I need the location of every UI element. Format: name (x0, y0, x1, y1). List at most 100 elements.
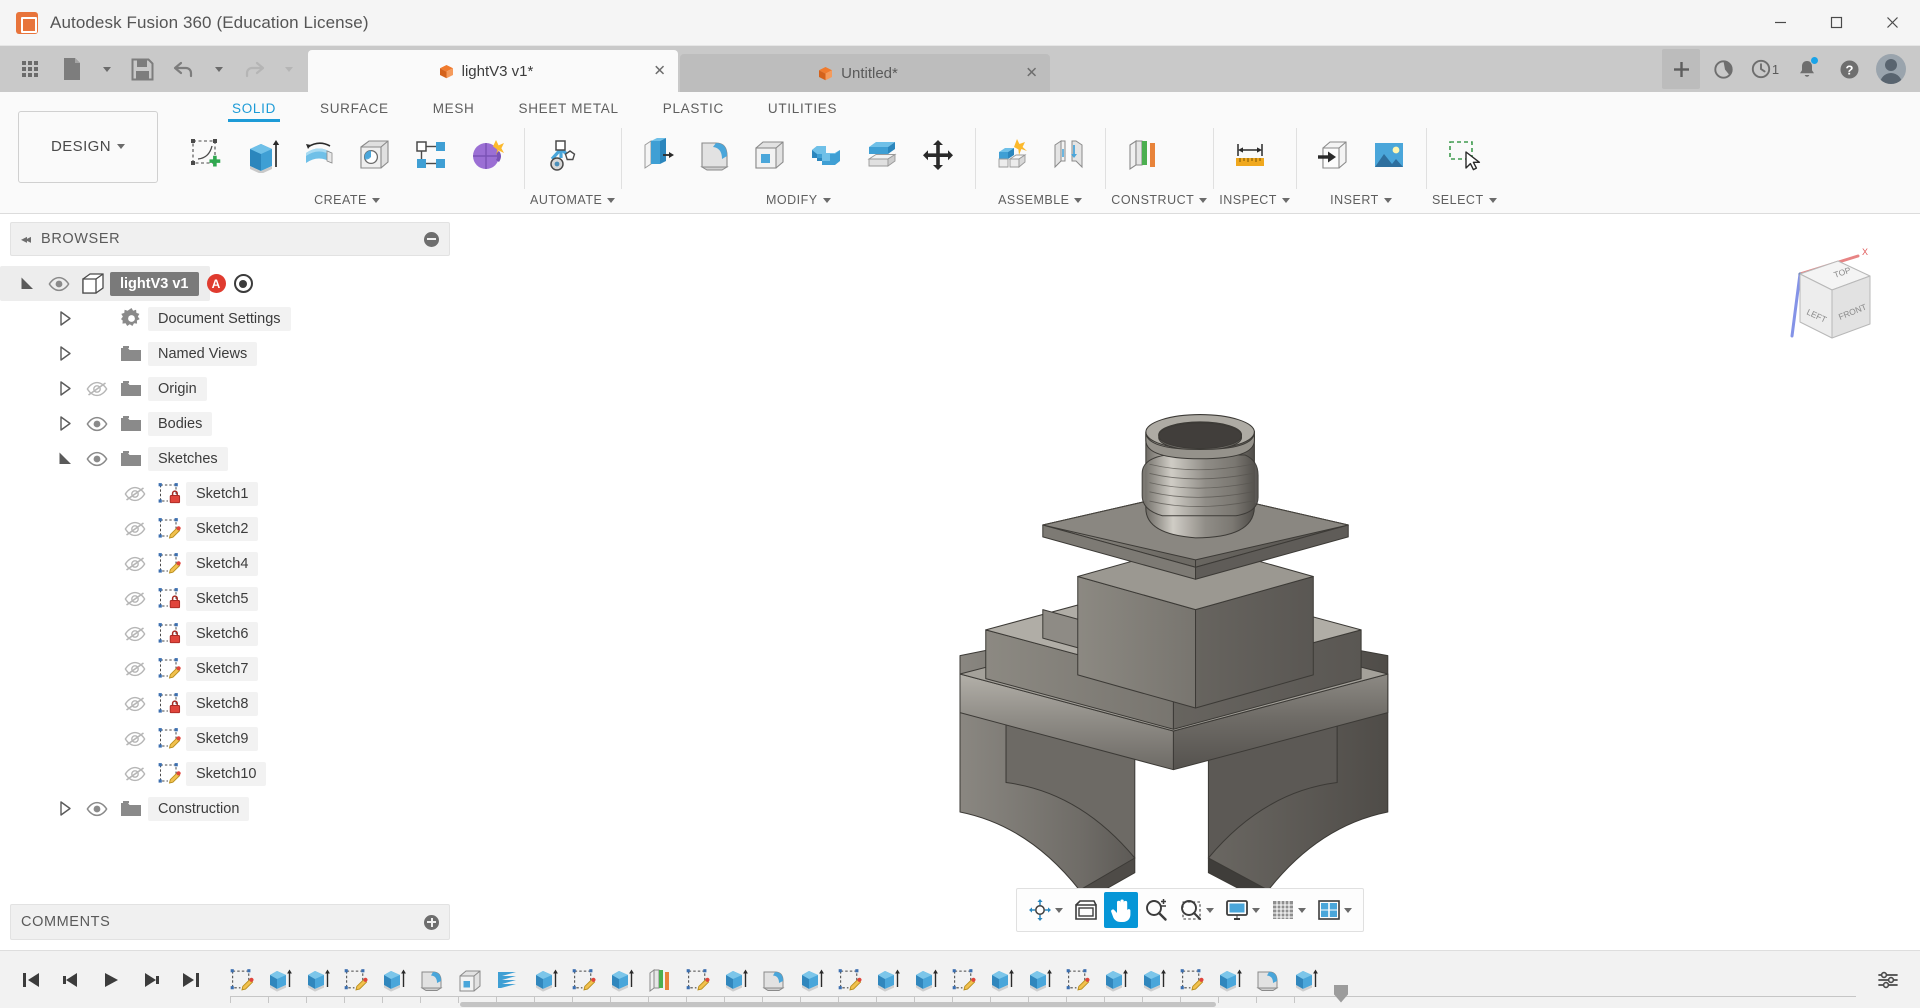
visibility-off-icon[interactable] (80, 381, 114, 397)
timeline-feature-fillet-feature[interactable] (1250, 960, 1286, 1000)
minus-circle-icon[interactable] (424, 231, 439, 247)
browser-tree-item-sketch4[interactable]: Sketch4 (0, 546, 460, 581)
timeline-feature-extrude-feature[interactable] (1136, 960, 1172, 1000)
step-back-button[interactable] (54, 963, 88, 997)
workspace-selector-button[interactable]: DESIGN (18, 110, 158, 183)
twisty-collapsed-icon[interactable] (50, 801, 80, 816)
app-grid-icon[interactable] (10, 49, 50, 89)
derive-icon[interactable] (1306, 127, 1360, 183)
timeline-feature-extrude-feature[interactable] (984, 960, 1020, 1000)
timeline-feature-extrude-feature[interactable] (1288, 960, 1324, 1000)
timeline-feature-fillet-feature[interactable] (756, 960, 792, 1000)
press-pull-icon[interactable] (631, 127, 685, 183)
3d-model-lightv3[interactable] (460, 214, 1920, 950)
ribbon-tab-plastic[interactable]: PLASTIC (641, 101, 746, 122)
browser-tree-item-lightv3-v1[interactable]: lightV3 v1 A (0, 266, 253, 301)
help-button[interactable]: ? (1830, 49, 1868, 89)
ribbon-tab-surface[interactable]: SURFACE (298, 101, 411, 122)
new-file-dropdown[interactable] (94, 49, 120, 89)
step-forward-button[interactable] (134, 963, 168, 997)
timeline-feature-sketch-feature[interactable] (1174, 960, 1210, 1000)
visibility-off-icon[interactable] (118, 486, 152, 502)
panel-label-insert[interactable]: INSERT (1302, 187, 1420, 213)
timeline-feature-sketch-feature[interactable] (1060, 960, 1096, 1000)
notifications-button[interactable] (1788, 49, 1826, 89)
automated-modeling-icon[interactable] (534, 127, 588, 183)
pan-button[interactable] (1104, 892, 1138, 928)
fillet-icon[interactable] (687, 127, 741, 183)
plus-circle-icon[interactable] (424, 914, 439, 930)
visibility-on-icon[interactable] (42, 276, 76, 292)
browser-tree-item-sketch6[interactable]: Sketch6 (0, 616, 460, 651)
rectangular-pattern-icon[interactable] (404, 127, 458, 183)
combine-icon[interactable] (799, 127, 853, 183)
close-button[interactable] (1864, 0, 1920, 46)
browser-tree-item-named-views[interactable]: Named Views (0, 336, 460, 371)
visibility-off-icon[interactable] (118, 766, 152, 782)
extensions-button[interactable] (1704, 49, 1742, 89)
twisty-collapsed-icon[interactable] (50, 416, 80, 431)
browser-tree-item-sketch7[interactable]: Sketch7 (0, 651, 460, 686)
shell-icon[interactable] (743, 127, 797, 183)
create-sketch-icon[interactable] (180, 127, 234, 183)
visibility-on-icon[interactable] (80, 451, 114, 467)
timeline-feature-extrude-feature[interactable] (908, 960, 944, 1000)
document-tab-close-icon[interactable]: ✕ (653, 64, 666, 79)
new-component-icon[interactable] (985, 127, 1039, 183)
twisty-expanded-icon[interactable] (50, 451, 80, 466)
maximize-button[interactable] (1808, 0, 1864, 46)
timeline-feature-sketch-feature[interactable] (680, 960, 716, 1000)
collapse-left-icon[interactable]: ◂◂ (21, 232, 31, 246)
panel-label-construct[interactable]: CONSTRUCT (1111, 187, 1208, 213)
panel-label-select[interactable]: SELECT (1432, 187, 1497, 213)
timeline-feature-shell-feature[interactable] (452, 960, 488, 1000)
timeline-feature-fillet-feature[interactable] (414, 960, 450, 1000)
browser-tree-item-sketch2[interactable]: Sketch2 (0, 511, 460, 546)
panel-label-modify[interactable]: MODIFY (627, 187, 969, 213)
twisty-collapsed-icon[interactable] (50, 311, 80, 326)
browser-tree-item-sketch1[interactable]: Sketch1 (0, 476, 460, 511)
browser-tree-item-sketch8[interactable]: Sketch8 (0, 686, 460, 721)
timeline-feature-extrude-feature[interactable] (262, 960, 298, 1000)
undo-icon[interactable] (164, 49, 204, 89)
browser-tree-item-sketch5[interactable]: Sketch5 (0, 581, 460, 616)
visibility-off-icon[interactable] (118, 626, 152, 642)
timeline-feature-sketch-feature[interactable] (338, 960, 374, 1000)
measure-icon[interactable] (1223, 127, 1277, 183)
timeline-feature-extrude-feature[interactable] (1098, 960, 1134, 1000)
visibility-off-icon[interactable] (118, 696, 152, 712)
offset-plane-icon[interactable] (1115, 127, 1169, 183)
chevron-down-icon[interactable] (1055, 907, 1063, 913)
timeline-feature-extrude-feature[interactable] (794, 960, 830, 1000)
go-to-beginning-button[interactable] (14, 963, 48, 997)
timeline-feature-sketch-feature[interactable] (224, 960, 260, 1000)
activate-component-icon[interactable] (233, 274, 253, 293)
select-window-icon[interactable] (1436, 127, 1490, 183)
timeline-track[interactable] (220, 951, 1856, 1008)
joint-icon[interactable] (1041, 127, 1095, 183)
new-file-icon[interactable] (52, 49, 92, 89)
create-form-icon[interactable] (460, 127, 514, 183)
browser-tree-item-document-settings[interactable]: Document Settings (0, 301, 460, 336)
revolve-icon[interactable] (292, 127, 346, 183)
timeline-feature-sketch-feature[interactable] (832, 960, 868, 1000)
visibility-off-icon[interactable] (118, 731, 152, 747)
new-tab-button[interactable] (1662, 49, 1700, 89)
browser-tree-item-sketch10[interactable]: Sketch10 (0, 756, 460, 791)
timeline-feature-sketch-feature[interactable] (566, 960, 602, 1000)
job-status-button[interactable]: 1 (1746, 49, 1784, 89)
visibility-off-icon[interactable] (118, 591, 152, 607)
redo-icon[interactable] (234, 49, 274, 89)
display-settings-button[interactable] (1220, 892, 1265, 928)
chevron-down-icon[interactable] (1344, 907, 1352, 913)
visibility-on-icon[interactable] (80, 801, 114, 817)
ribbon-tab-sheet-metal[interactable]: SHEET METAL (497, 101, 641, 122)
play-button[interactable] (94, 963, 128, 997)
timeline-feature-extrude-feature[interactable] (718, 960, 754, 1000)
panel-label-inspect[interactable]: INSPECT (1219, 187, 1290, 213)
browser-tree-item-construction[interactable]: Construction (0, 791, 460, 826)
chevron-down-icon[interactable] (1252, 907, 1260, 913)
browser-tree-item-sketch9[interactable]: Sketch9 (0, 721, 460, 756)
ribbon-tab-utilities[interactable]: UTILITIES (746, 101, 859, 122)
visibility-off-icon[interactable] (118, 556, 152, 572)
